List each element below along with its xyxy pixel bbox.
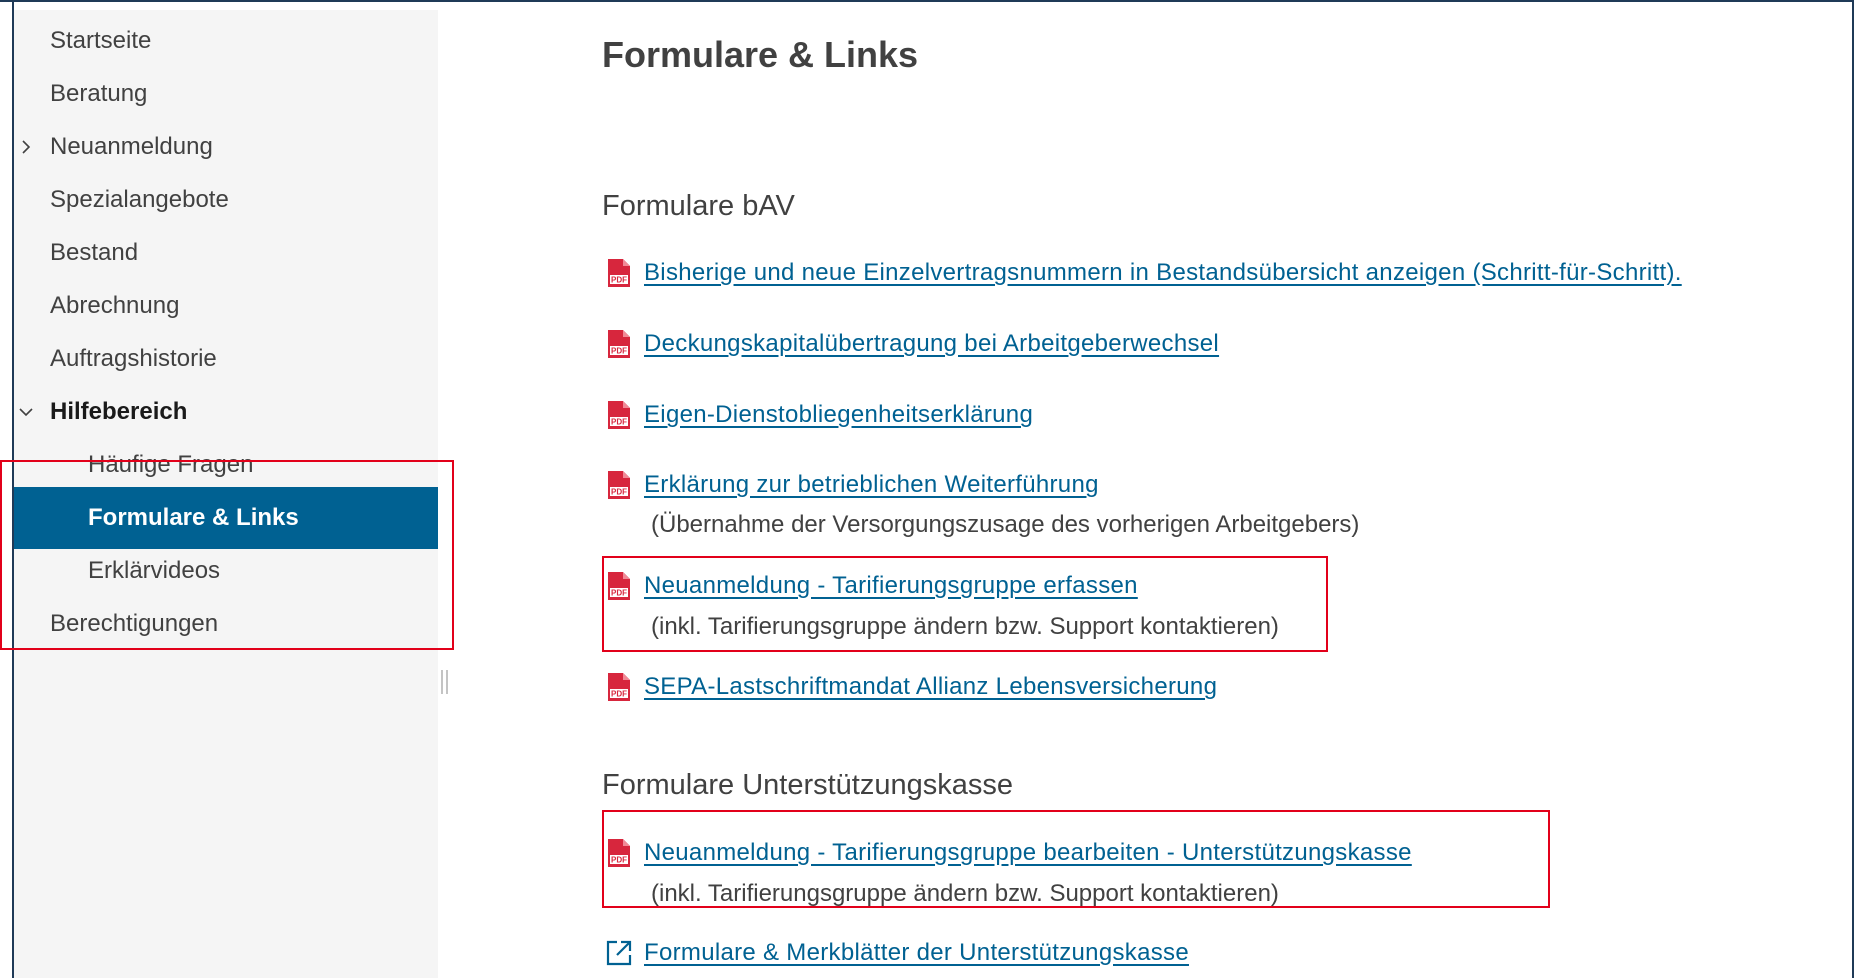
doc-link-note: (inkl. Tarifierungsgruppe ändern bzw. Su…: [651, 613, 1279, 640]
svg-text:PDF: PDF: [611, 690, 627, 699]
svg-text:PDF: PDF: [611, 276, 627, 285]
doc-link-einzelvertragsnummern[interactable]: Bisherige und neue Einzelvertragsnummern…: [644, 259, 1682, 287]
doc-link-tarifierungsgruppe-erfassen[interactable]: Neuanmeldung - Tarifierungsgruppe erfass…: [644, 572, 1138, 600]
sidebar-resize-handle[interactable]: [441, 670, 449, 694]
section-title-formulare-bav: Formulare bAV: [602, 190, 795, 222]
doc-link-betriebliche-weiterfuehrung[interactable]: Erklärung zur betrieblichen Weiterführun…: [644, 471, 1099, 499]
external-link-icon: [606, 940, 632, 966]
sidebar-item-label: Erklärvideos: [88, 557, 221, 584]
pdf-icon: PDF: [608, 839, 630, 867]
svg-text:PDF: PDF: [611, 589, 627, 598]
doc-link-row: PDF Erklärung zur betrieblichen Weiterfü…: [605, 465, 1099, 505]
doc-link-deckungskapitaluebertragung[interactable]: Deckungskapitalübertragung bei Arbeitgeb…: [644, 330, 1219, 358]
sidebar-nav: Startseite Beratung Neuanmeldung Spezial…: [14, 10, 438, 978]
sidebar-item-label: Startseite: [50, 27, 152, 54]
doc-link-row: PDF Neuanmeldung - Tarifierungsgruppe be…: [605, 833, 1412, 873]
doc-link-row: Formulare & Merkblätter der Unterstützun…: [605, 933, 1189, 973]
handle-line: [441, 670, 443, 694]
svg-text:PDF: PDF: [611, 347, 627, 356]
pdf-icon: PDF: [608, 330, 630, 358]
svg-text:PDF: PDF: [611, 856, 627, 865]
doc-link-note: (Übernahme der Versorgungszusage des vor…: [651, 511, 1360, 538]
window-top-border: [0, 0, 1854, 2]
sidebar-item-label: Hilfebereich: [50, 398, 188, 425]
sidebar-item-label: Abrechnung: [50, 292, 180, 319]
doc-link-eigen-dienstobliegenheitserklaerung[interactable]: Eigen-Dienstobliegenheitserklärung: [644, 401, 1033, 429]
doc-link-row: PDF Deckungskapitalübertragung bei Arbei…: [605, 324, 1219, 364]
doc-link-formulare-merkblaetter[interactable]: Formulare & Merkblätter der Unterstützun…: [644, 939, 1189, 967]
handle-line: [446, 670, 448, 694]
sidebar-item-label: Bestand: [50, 239, 139, 266]
pdf-icon: PDF: [608, 572, 630, 600]
pdf-icon: PDF: [608, 673, 630, 701]
sidebar-item-label: Berechtigungen: [50, 610, 219, 637]
pdf-icon: PDF: [608, 401, 630, 429]
sidebar-item-berechtigungen[interactable]: Berechtigungen: [14, 593, 438, 655]
doc-link-row: PDF Neuanmeldung - Tarifierungsgruppe er…: [605, 566, 1138, 606]
sidebar-item-label: Auftragshistorie: [50, 345, 217, 372]
page-title: Formulare & Links: [602, 34, 919, 75]
doc-link-row: PDF SEPA-Lastschriftmandat Allianz Leben…: [605, 667, 1217, 707]
section-title-formulare-unterstuetzungskasse: Formulare Unterstützungskasse: [602, 769, 1013, 801]
svg-text:PDF: PDF: [611, 488, 627, 497]
chevron-down-icon[interactable]: [18, 404, 34, 420]
pdf-icon: PDF: [608, 471, 630, 499]
svg-text:PDF: PDF: [611, 418, 627, 427]
chevron-right-icon[interactable]: [18, 139, 34, 155]
doc-link-note: (inkl. Tarifierungsgruppe ändern bzw. Su…: [651, 880, 1279, 907]
sidebar-item-label: Beratung: [50, 80, 148, 107]
sidebar-item-label: Häufige Fragen: [88, 451, 254, 478]
sidebar-item-label: Formulare & Links: [88, 504, 299, 531]
doc-link-sepa-lastschriftmandat[interactable]: SEPA-Lastschriftmandat Allianz Lebensver…: [644, 673, 1217, 701]
sidebar-item-label: Spezialangebote: [50, 186, 229, 213]
doc-link-row: PDF Bisherige und neue Einzelvertragsnum…: [605, 253, 1682, 293]
doc-link-row: PDF Eigen-Dienstobliegenheitserklärung: [605, 395, 1033, 435]
pdf-icon: PDF: [608, 259, 630, 287]
doc-link-tarifierungsgruppe-bearbeiten[interactable]: Neuanmeldung - Tarifierungsgruppe bearbe…: [644, 839, 1412, 867]
sidebar-item-label: Neuanmeldung: [50, 133, 213, 160]
